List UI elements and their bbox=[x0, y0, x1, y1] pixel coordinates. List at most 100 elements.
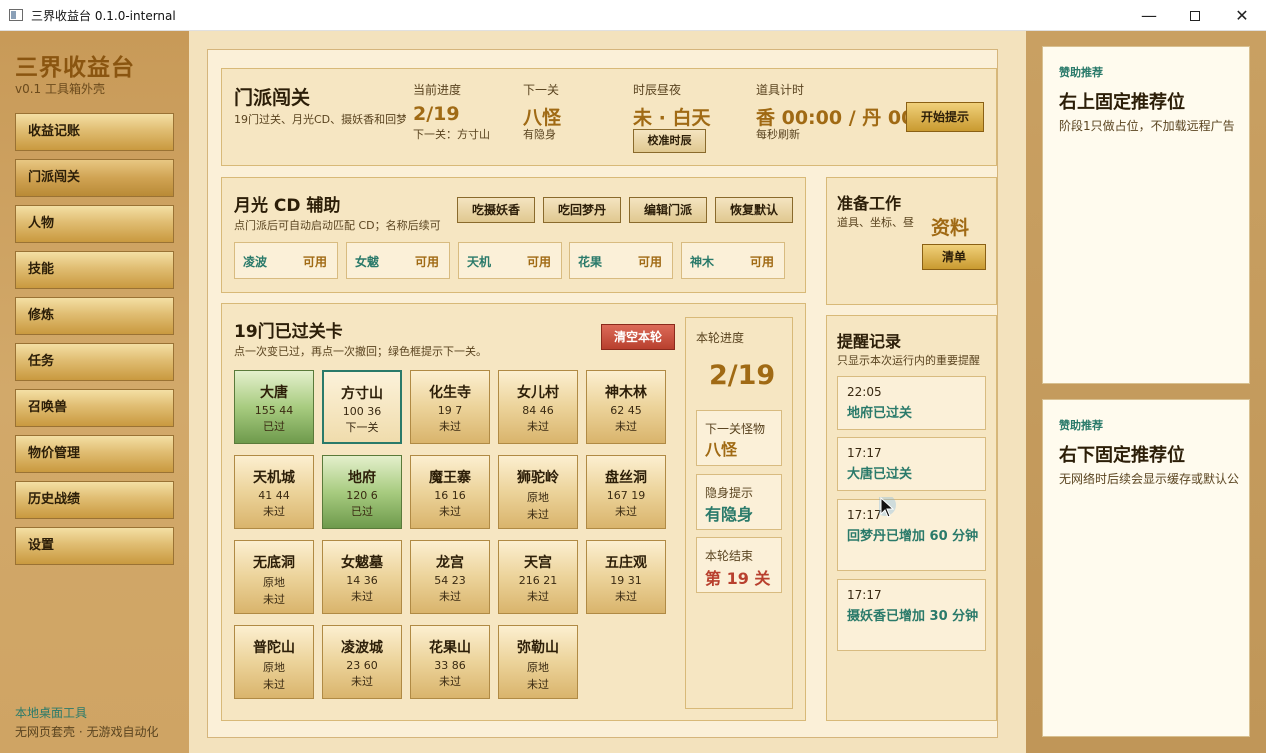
sidebar-item-prices[interactable]: 物价管理 bbox=[15, 435, 174, 473]
sect-tile-name: 弥勒山 bbox=[517, 640, 559, 656]
sect-tile-coords: 167 19 bbox=[606, 489, 646, 502]
sidebar: 三界收益台 v0.1 工具箱外壳 收益记账 门派闯关 人物 技能 修炼 任务 召… bbox=[0, 31, 189, 753]
prep-title: 准备工作 bbox=[837, 194, 902, 213]
sidebar-item-sect-challenge[interactable]: 门派闯关 bbox=[15, 159, 174, 197]
sidebar-footer-title: 本地桌面工具 bbox=[15, 706, 88, 720]
calibrate-time-button[interactable]: 校准时辰 bbox=[633, 129, 706, 153]
sect-tile[interactable]: 神木林 62 45 未过 bbox=[586, 370, 666, 444]
sect-tile[interactable]: 普陀山 原地 未过 bbox=[234, 625, 314, 699]
sect-tile[interactable]: 凌波城 23 60 未过 bbox=[322, 625, 402, 699]
sect-tile-coords: 原地 bbox=[527, 491, 549, 504]
reminder-time: 17:17 bbox=[847, 588, 882, 602]
sect-tile[interactable]: 魔王寨 16 16 未过 bbox=[410, 455, 490, 529]
sect-tile-status: 未过 bbox=[439, 505, 461, 518]
stealth-label: 隐身提示 bbox=[705, 486, 754, 500]
sidebar-item-tasks[interactable]: 任务 bbox=[15, 343, 174, 381]
ad-title: 右下固定推荐位 bbox=[1059, 445, 1185, 466]
round-value: 2/19 bbox=[709, 360, 776, 391]
ad-slot-bottom[interactable]: 赞助推荐 右下固定推荐位 无网络时后续会显示缓存或默认公告 bbox=[1042, 399, 1250, 737]
sidebar-item-history[interactable]: 历史战绩 bbox=[15, 481, 174, 519]
cd-chip-name: 花果 bbox=[578, 255, 603, 269]
next-monster-box: 下一关怪物 八怪 bbox=[696, 410, 782, 466]
sect-tile[interactable]: 无底洞 原地 未过 bbox=[234, 540, 314, 614]
sect-tile-status: 未过 bbox=[351, 675, 373, 688]
sect-tile-status: 未过 bbox=[439, 590, 461, 603]
use-dream-pill-button[interactable]: 吃回梦丹 bbox=[543, 197, 621, 223]
sidebar-item-skills[interactable]: 技能 bbox=[15, 251, 174, 289]
cd-chip-lingbo[interactable]: 凌波 可用 bbox=[234, 242, 338, 279]
sect-tile[interactable]: 花果山 33 86 未过 bbox=[410, 625, 490, 699]
sect-tile[interactable]: 女魃墓 14 36 未过 bbox=[322, 540, 402, 614]
clear-round-button[interactable]: 清空本轮 bbox=[601, 324, 675, 350]
sect-tile[interactable]: 盘丝洞 167 19 未过 bbox=[586, 455, 666, 529]
sect-tile[interactable]: 方寸山 100 36 下一关 bbox=[322, 370, 402, 444]
time-value: 未 · 白天 bbox=[633, 107, 711, 129]
sect-tile[interactable]: 大唐 155 44 已过 bbox=[234, 370, 314, 444]
sect-tile[interactable]: 化生寺 19 7 未过 bbox=[410, 370, 490, 444]
cd-chip-name: 女魃 bbox=[355, 255, 380, 269]
checklist-button[interactable]: 清单 bbox=[922, 244, 986, 270]
sect-tile-coords: 14 36 bbox=[346, 574, 378, 587]
sect-tile-status: 已过 bbox=[351, 505, 373, 518]
sect-tile[interactable]: 女儿村 84 46 未过 bbox=[498, 370, 578, 444]
sect-tile-coords: 120 6 bbox=[346, 489, 378, 502]
ad-slot-top[interactable]: 赞助推荐 右上固定推荐位 阶段1只做占位，不加载远程广告 bbox=[1042, 46, 1250, 384]
cd-chip-huaguo[interactable]: 花果 可用 bbox=[569, 242, 673, 279]
sect-tile[interactable]: 弥勒山 原地 未过 bbox=[498, 625, 578, 699]
progress-value: 2/19 bbox=[413, 103, 460, 125]
sect-tile-name: 普陀山 bbox=[253, 640, 295, 656]
use-incense-button[interactable]: 吃摄妖香 bbox=[457, 197, 535, 223]
sect-tile-name: 凌波城 bbox=[341, 640, 383, 656]
version-label: v0.1 工具箱外壳 bbox=[15, 82, 106, 96]
sidebar-item-settings[interactable]: 设置 bbox=[15, 527, 174, 565]
minimize-button[interactable]: — bbox=[1126, 0, 1172, 31]
reminder-time: 22:05 bbox=[847, 385, 882, 399]
item-timer-sub: 每秒刷新 bbox=[756, 128, 800, 141]
ad-description: 阶段1只做占位，不加载远程广告 bbox=[1059, 119, 1235, 133]
start-hint-button[interactable]: 开始提示 bbox=[906, 102, 984, 132]
cd-chip-shenmu[interactable]: 神木 可用 bbox=[681, 242, 785, 279]
cd-chip-tianji[interactable]: 天机 可用 bbox=[458, 242, 562, 279]
reminder-time: 17:17 bbox=[847, 508, 882, 522]
sect-tile-coords: 原地 bbox=[263, 576, 285, 589]
close-button[interactable]: ✕ bbox=[1219, 0, 1265, 31]
sect-tile-coords: 62 45 bbox=[610, 404, 642, 417]
title-bar: 三界收益台 0.1.0-internal — ✕ bbox=[0, 0, 1266, 31]
sect-tile-coords: 216 21 bbox=[518, 574, 558, 587]
round-end-value: 第 19 关 bbox=[705, 569, 771, 588]
next-sub: 有隐身 bbox=[523, 128, 556, 141]
reminder-message: 回梦丹已增加 60 分钟 bbox=[847, 529, 979, 544]
sidebar-item-character[interactable]: 人物 bbox=[15, 205, 174, 243]
sect-tile-name: 女儿村 bbox=[517, 385, 559, 401]
sect-tile-status: 未过 bbox=[351, 590, 373, 603]
sect-tile-coords: 33 86 bbox=[434, 659, 466, 672]
next-monster-label: 下一关怪物 bbox=[705, 422, 766, 436]
sect-tile[interactable]: 龙宫 54 23 未过 bbox=[410, 540, 490, 614]
sidebar-footer-note: 无网页套壳 · 无游戏自动化 bbox=[15, 725, 159, 739]
sect-tile-coords: 19 7 bbox=[437, 404, 463, 417]
sect-tile-name: 神木林 bbox=[605, 385, 647, 401]
sect-tile-status: 未过 bbox=[527, 508, 549, 521]
maximize-button[interactable] bbox=[1172, 0, 1218, 31]
ad-tag: 赞助推荐 bbox=[1059, 419, 1103, 432]
sect-tile[interactable]: 天宫 216 21 未过 bbox=[498, 540, 578, 614]
cd-chip-status: 可用 bbox=[526, 255, 551, 269]
sect-tile[interactable]: 天机城 41 44 未过 bbox=[234, 455, 314, 529]
reminder-message: 大唐已过关 bbox=[847, 467, 913, 482]
round-end-label: 本轮结束 bbox=[705, 549, 754, 563]
restore-default-button[interactable]: 恢复默认 bbox=[715, 197, 793, 223]
stealth-value: 有隐身 bbox=[705, 505, 754, 524]
cd-chip-nuba[interactable]: 女魃 可用 bbox=[346, 242, 450, 279]
edit-sect-button[interactable]: 编辑门派 bbox=[629, 197, 707, 223]
sidebar-item-cultivation[interactable]: 修炼 bbox=[15, 297, 174, 335]
sidebar-item-income[interactable]: 收益记账 bbox=[15, 113, 174, 151]
sect-tile-coords: 原地 bbox=[527, 661, 549, 674]
sect-tile[interactable]: 五庄观 19 31 未过 bbox=[586, 540, 666, 614]
cd-chip-name: 神木 bbox=[690, 255, 715, 269]
sect-tile[interactable]: 狮驼岭 原地 未过 bbox=[498, 455, 578, 529]
time-label: 时辰昼夜 bbox=[633, 83, 682, 97]
sect-tile[interactable]: 地府 120 6 已过 bbox=[322, 455, 402, 529]
moonlight-title: 月光 CD 辅助 bbox=[234, 196, 341, 216]
sect-tile-coords: 23 60 bbox=[346, 659, 378, 672]
sidebar-item-pets[interactable]: 召唤兽 bbox=[15, 389, 174, 427]
